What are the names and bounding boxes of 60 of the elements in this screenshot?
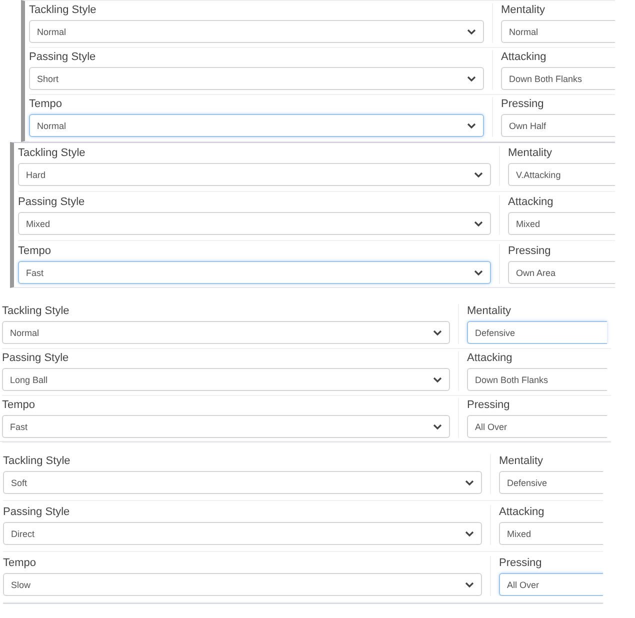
field-label: Attacking bbox=[501, 50, 548, 64]
dropdown-select[interactable]: Hard bbox=[18, 163, 491, 186]
field-label: Tempo bbox=[29, 97, 64, 111]
dropdown-select[interactable]: Fast bbox=[2, 415, 450, 438]
chevron-down-icon bbox=[467, 76, 476, 82]
field-label: Tempo bbox=[2, 398, 36, 412]
field-label: Passing Style bbox=[3, 505, 71, 519]
dropdown-select[interactable]: Defensive bbox=[467, 321, 607, 344]
field-label: Tempo bbox=[18, 244, 52, 258]
dropdown-select[interactable]: Fast bbox=[18, 261, 491, 284]
field-label: Attacking bbox=[508, 195, 554, 209]
chevron-down-icon bbox=[474, 172, 483, 178]
chevron-down-icon bbox=[467, 122, 476, 128]
chevron-down-icon bbox=[465, 582, 474, 588]
field-label: Mentality bbox=[501, 3, 546, 17]
dropdown-select[interactable]: All Over bbox=[499, 573, 603, 596]
field-label: Attacking bbox=[467, 351, 514, 365]
field-label: Passing Style bbox=[18, 195, 86, 209]
dropdown-select[interactable]: V.Attacking bbox=[508, 163, 615, 186]
field-label: Passing Style bbox=[2, 351, 70, 365]
dropdown-select[interactable]: Normal bbox=[501, 20, 615, 43]
chevron-down-icon bbox=[474, 270, 483, 276]
field-label: Pressing bbox=[508, 244, 552, 258]
field-label: Tackling Style bbox=[3, 454, 72, 468]
dropdown-select[interactable]: Down Both Flanks bbox=[467, 368, 607, 391]
field-label: Mentality bbox=[499, 454, 544, 468]
chevron-down-icon bbox=[433, 424, 442, 430]
field-label: Tackling Style bbox=[2, 304, 70, 318]
dropdown-select[interactable]: Normal bbox=[2, 321, 450, 344]
dropdown-select[interactable]: Direct bbox=[3, 522, 482, 545]
dropdown-select[interactable]: Mixed bbox=[508, 212, 615, 235]
chevron-down-icon bbox=[433, 330, 442, 336]
dropdown-select[interactable]: Slow bbox=[3, 573, 482, 596]
dropdown-select[interactable]: Normal bbox=[29, 20, 484, 43]
field-label: Pressing bbox=[467, 398, 511, 412]
dropdown-select[interactable]: All Over bbox=[467, 415, 607, 438]
field-label: Pressing bbox=[499, 556, 543, 570]
dropdown-select[interactable]: Defensive bbox=[499, 471, 603, 494]
dropdown-select[interactable]: Soft bbox=[3, 471, 482, 494]
chevron-down-icon bbox=[465, 530, 474, 536]
field-label: Tackling Style bbox=[18, 146, 86, 160]
dropdown-select[interactable]: Down Both Flanks bbox=[501, 67, 615, 90]
dropdown-select[interactable]: Mixed bbox=[18, 212, 491, 235]
chevron-down-icon bbox=[465, 480, 474, 486]
field-label: Pressing bbox=[501, 97, 545, 111]
field-label: Passing Style bbox=[29, 50, 97, 64]
dropdown-select[interactable]: Long Ball bbox=[2, 368, 450, 391]
dropdown-select[interactable]: Own Area bbox=[508, 261, 615, 284]
chevron-down-icon bbox=[467, 28, 476, 34]
field-label: Tempo bbox=[3, 556, 38, 570]
chevron-down-icon bbox=[474, 220, 483, 226]
dropdown-select[interactable]: Normal bbox=[29, 114, 484, 137]
dropdown-select[interactable]: Short bbox=[29, 67, 484, 90]
dropdown-select[interactable]: Own Half bbox=[501, 114, 615, 137]
field-label: Mentality bbox=[508, 146, 554, 160]
dropdown-select[interactable]: Mixed bbox=[499, 522, 603, 545]
field-label: Tackling Style bbox=[29, 3, 98, 17]
field-label: Attacking bbox=[499, 505, 546, 519]
chevron-down-icon bbox=[433, 376, 442, 382]
field-label: Mentality bbox=[467, 304, 512, 318]
